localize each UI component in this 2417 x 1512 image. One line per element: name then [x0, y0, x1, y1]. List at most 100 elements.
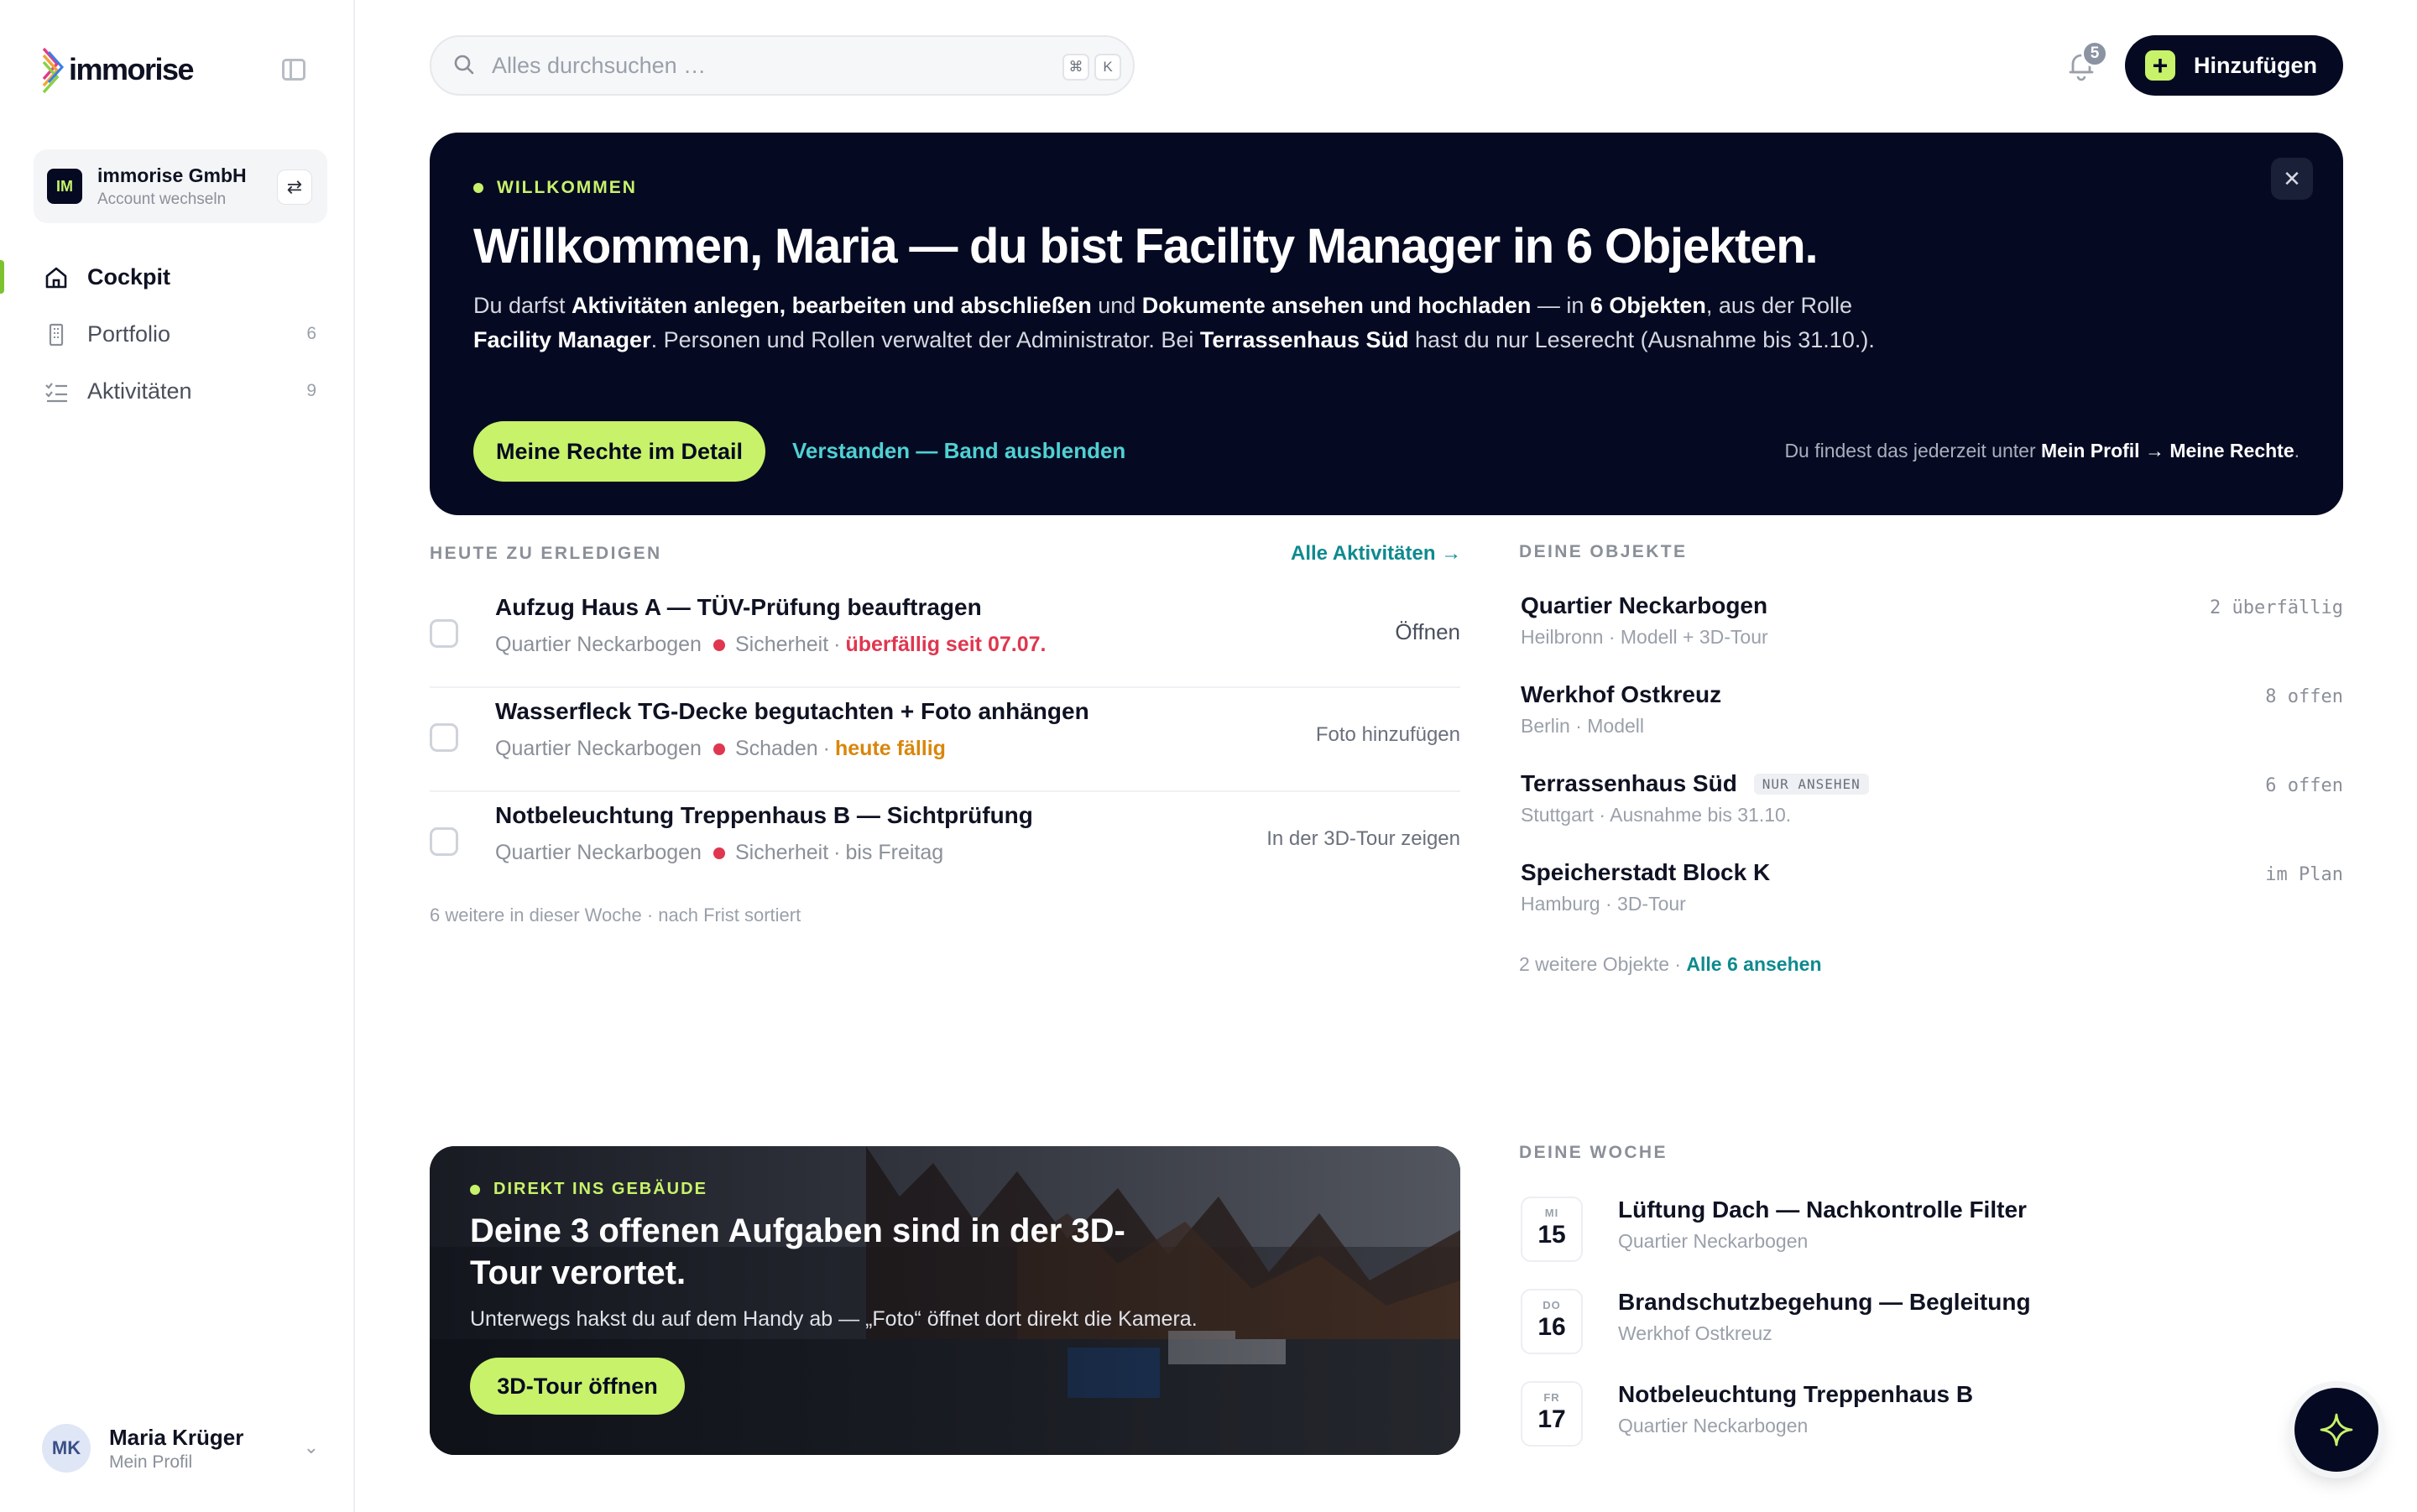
object-name: Quartier Neckarbogen — [1521, 592, 1768, 618]
object-name-text: Terrassenhaus Süd — [1521, 770, 1737, 796]
event-title: Lüftung Dach — Nachkontrolle Filter — [1618, 1197, 2027, 1223]
building-icon — [49, 323, 64, 347]
sidebar-item-label: Cockpit — [87, 263, 171, 289]
task-title: Wasserfleck TG-Decke begutachten + Foto … — [495, 698, 1089, 724]
sidebar-item-portfolio[interactable]: Portfolio 6 — [0, 305, 355, 362]
dismiss-banner-link[interactable]: Verstanden — Band ausblenden — [792, 438, 1125, 464]
tour-eyebrow-text: DIREKT INS GEBÄUDE — [493, 1180, 707, 1198]
account-switcher[interactable]: IM immorise GmbH Account wechseln ⇄ — [34, 149, 327, 223]
account-badge: IM — [47, 169, 82, 204]
calendar-event[interactable]: FR 17 Notbeleuchtung Treppenhaus B Quart… — [1521, 1381, 2276, 1448]
object-sub: Hamburg · 3D-Tour — [1521, 893, 1686, 915]
search-icon — [454, 55, 474, 75]
event-object: Quartier Neckarbogen — [1618, 1230, 1809, 1252]
task-meta: Quartier Neckarbogen Schaden · heute fällig — [495, 737, 946, 760]
user-profile-menu[interactable]: MK Maria Krüger Mein Profil ⌄ — [42, 1418, 319, 1478]
sidebar-item-count: 9 — [306, 381, 316, 400]
tour-eyebrow: DIREKT INS GEBÄUDE — [470, 1180, 707, 1199]
object-sub: Stuttgart · Ausnahme bis 31.10. — [1521, 804, 1792, 826]
object-item[interactable]: Terrassenhaus Süd NUR ANSEHEN Stuttgart … — [1521, 770, 2343, 846]
today-section-label: HEUTE ZU ERLEDIGEN — [430, 544, 662, 563]
date-badge: FR 17 — [1521, 1381, 1583, 1447]
object-sub: Heilbronn · Modell + 3D-Tour — [1521, 626, 1768, 648]
task-row[interactable]: Wasserfleck TG-Decke begutachten + Foto … — [430, 688, 1460, 792]
date-badge: MI 15 — [1521, 1197, 1583, 1262]
tour-text: Unterwegs hakst du auf dem Handy ab — „F… — [470, 1307, 1198, 1331]
event-title: Notbeleuchtung Treppenhaus B — [1618, 1381, 1974, 1407]
brand-logo[interactable]: immorise — [42, 45, 195, 94]
objects-footer-text: 2 weitere Objekte · — [1519, 953, 1687, 975]
task-meta: Quartier Neckarbogen Sicherheit · überfälli… — [495, 633, 1047, 656]
object-name: Terrassenhaus Süd NUR ANSEHEN — [1521, 770, 1869, 797]
all-activities-link[interactable]: Alle Aktivitäten → — [1291, 542, 1461, 566]
close-icon[interactable]: ✕ — [2271, 158, 2313, 200]
sidebar: immorise IM immorise GmbH Account wechse… — [0, 0, 355, 1512]
my-rights-button[interactable]: Meine Rechte im Detail — [473, 421, 765, 482]
object-item[interactable]: Quartier Neckarbogen Heilbronn · Modell … — [1521, 592, 2343, 668]
tour-title: Deine 3 offenen Aufgaben sind in der 3D-… — [470, 1212, 1125, 1291]
object-status: im Plan — [2265, 864, 2343, 885]
swap-icon[interactable]: ⇄ — [277, 169, 312, 205]
status-dot-icon — [470, 1184, 480, 1195]
welcome-banner: WILLKOMMEN Willkommen, Maria — du bist F… — [430, 133, 2343, 515]
home-icon — [45, 267, 67, 289]
date-weekday: MI — [1544, 1207, 1559, 1219]
event-object: Quartier Neckarbogen — [1618, 1415, 1809, 1436]
task-checkbox[interactable] — [430, 723, 458, 752]
sidebar-item-aktivitaeten[interactable]: Aktivitäten 9 — [0, 362, 355, 420]
open-3d-tour-button[interactable]: 3D-Tour öffnen — [470, 1358, 685, 1415]
date-weekday: DO — [1543, 1299, 1561, 1311]
notification-badge: 5 — [2081, 40, 2108, 67]
task-checkbox[interactable] — [430, 619, 458, 648]
kbd-k: K — [1094, 54, 1121, 81]
kbd-cmd: ⌘ — [1062, 54, 1089, 81]
object-status: 8 offen — [2265, 686, 2343, 707]
category-dot-icon — [713, 639, 725, 651]
account-name: immorise GmbH — [97, 164, 247, 186]
sidebar-item-cockpit[interactable]: Cockpit — [0, 248, 355, 305]
task-open-button[interactable]: Öffnen — [1395, 619, 1460, 645]
sparkle-icon — [2320, 1413, 2353, 1447]
date-day: 16 — [1537, 1313, 1566, 1341]
brand-mark-icon — [42, 47, 65, 94]
date-day: 17 — [1537, 1405, 1566, 1433]
ai-assistant-button[interactable] — [2294, 1388, 2378, 1472]
date-badge: DO 16 — [1521, 1289, 1583, 1354]
calendar-event[interactable]: MI 15 Lüftung Dach — Nachkontrolle Filte… — [1521, 1197, 2276, 1264]
objects-section-label: DEINE OBJEKTE — [1519, 542, 1688, 561]
sidebar-toggle-icon[interactable] — [282, 59, 305, 81]
add-button[interactable]: + Hinzufügen — [2125, 35, 2343, 96]
event-object: Werkhof Ostkreuz — [1618, 1322, 1772, 1344]
task-show-in-tour-button[interactable]: In der 3D-Tour zeigen — [1266, 827, 1460, 851]
object-status: 2 überfällig — [2210, 597, 2343, 618]
date-weekday: FR — [1543, 1391, 1560, 1404]
task-row[interactable]: Notbeleuchtung Treppenhaus B — Sichtprüf… — [430, 792, 1460, 896]
tour-card: DIREKT INS GEBÄUDE Deine 3 offenen Aufga… — [430, 1146, 1460, 1455]
sidebar-item-label: Aktivitäten — [87, 378, 192, 404]
task-add-photo-button[interactable]: Foto hinzufügen — [1316, 723, 1460, 747]
event-title: Brandschutzbegehung — Begleitung — [1618, 1289, 2031, 1315]
banner-title: Willkommen, Maria — du bist Facility Man… — [473, 219, 1819, 274]
task-row[interactable]: Aufzug Haus A — TÜV-Prüfung beauftragen … — [430, 584, 1460, 688]
all-objects-link[interactable]: Alle 6 ansehen — [1686, 953, 1821, 975]
search-input[interactable]: Alles durchsuchen … ⌘ K — [430, 35, 1135, 96]
search-placeholder: Alles durchsuchen … — [492, 52, 707, 78]
object-item[interactable]: Speicherstadt Block K Hamburg · 3D-Tour … — [1521, 859, 2343, 935]
chevron-down-icon: ⌄ — [303, 1436, 319, 1457]
object-sub: Berlin · Modell — [1521, 715, 1644, 737]
status-dot-icon — [473, 183, 483, 193]
user-sub: Mein Profil — [109, 1452, 193, 1472]
task-checkbox[interactable] — [430, 827, 458, 856]
banner-text: Du darfst Aktivitäten anlegen, bearbeite… — [473, 293, 1875, 352]
date-day: 15 — [1537, 1221, 1566, 1249]
checklist-icon — [45, 383, 67, 403]
category-dot-icon — [713, 847, 725, 859]
banner-eyebrow: WILLKOMMEN — [473, 178, 637, 198]
avatar: MK — [42, 1424, 91, 1473]
week-section-label: DEINE WOCHE — [1519, 1143, 1668, 1162]
objects-footer: 2 weitere Objekte · Alle 6 ansehen — [1519, 953, 1822, 976]
tasks-footer: 6 weitere in dieser Woche · nach Frist s… — [430, 905, 801, 925]
calendar-event[interactable]: DO 16 Brandschutzbegehung — Begleitung W… — [1521, 1289, 2276, 1356]
sidebar-nav: Cockpit Portfolio 6 Aktivitäten 9 — [0, 248, 355, 420]
object-item[interactable]: Werkhof Ostkreuz Berlin · Modell 8 offen — [1521, 681, 2343, 757]
